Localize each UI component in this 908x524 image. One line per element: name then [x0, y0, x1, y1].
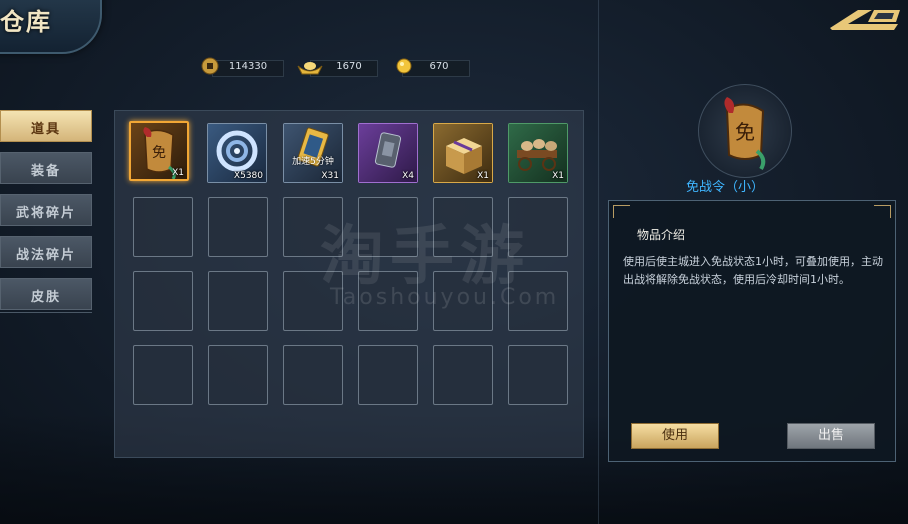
item-preview-frame: 免 — [698, 84, 792, 178]
item-description: 使用后使主城进入免战状态1小时，可叠加使用，主动出战将解除免战状态，使用后冷却时… — [623, 255, 883, 286]
gold-ingot-icon — [296, 58, 324, 80]
inventory-slot-speedup[interactable]: 加速5分钟 X31 — [283, 123, 343, 183]
item-quantity: X5380 — [233, 171, 263, 181]
gold-coin-icon — [394, 56, 414, 80]
watermark-text: 淘手游 — [320, 220, 530, 294]
corner-ornament — [874, 205, 891, 218]
sidebar-divider — [0, 312, 92, 313]
item-quantity: X1 — [477, 171, 489, 181]
inventory-slot-supply-cart[interactable]: X1 — [508, 123, 568, 183]
item-quantity: X1 — [552, 171, 564, 181]
inventory-slot-jade-cloud[interactable]: X5380 — [207, 123, 267, 183]
copper-value: 114330 — [228, 61, 268, 72]
truce-glyph: 免 — [152, 145, 166, 161]
inventory-slot-empty[interactable] — [433, 345, 493, 405]
info-title: 物品介绍 — [637, 228, 686, 242]
item-quantity: X31 — [321, 171, 339, 181]
panel-divider — [598, 0, 599, 524]
tab-equipment[interactable]: 装备 — [0, 152, 92, 184]
back-arrow-icon — [830, 10, 900, 30]
ingot-value: 1670 — [336, 61, 362, 72]
truce-glyph: 免 — [735, 120, 755, 144]
back-button[interactable] — [828, 6, 902, 32]
inventory-slot-truce-scroll[interactable]: 免 X1 — [129, 121, 189, 181]
tab-label: 装备 — [30, 164, 61, 179]
inventory-slot-empty[interactable] — [208, 197, 268, 257]
inventory-slot-empty[interactable] — [208, 345, 268, 405]
tab-items[interactable]: 道具 — [0, 110, 92, 142]
item-quantity: X4 — [402, 171, 414, 181]
inventory-slot-empty[interactable] — [133, 271, 193, 331]
inventory-slot-empty[interactable] — [358, 345, 418, 405]
tab-general-shards[interactable]: 武将碎片 — [0, 194, 92, 226]
corner-ornament — [613, 205, 630, 218]
inventory-slot-empty[interactable] — [208, 271, 268, 331]
tab-label: 皮肤 — [30, 290, 61, 305]
inventory-slot-empty[interactable] — [283, 345, 343, 405]
copper-coin-icon — [200, 56, 220, 80]
item-info-panel: 物品介绍 使用后使主城进入免战状态1小时，可叠加使用，主动出战将解除免战状态，使… — [608, 200, 896, 462]
truce-scroll-icon: 免 — [724, 97, 766, 171]
tab-skins[interactable]: 皮肤 — [0, 278, 92, 310]
tab-label: 战法碎片 — [15, 248, 76, 263]
item-name: 免战令（小） — [685, 180, 764, 195]
tab-tactic-shards[interactable]: 战法碎片 — [0, 236, 92, 268]
inventory-slot-gift-box[interactable]: X1 — [433, 123, 493, 183]
inventory-slot-empty[interactable] — [133, 197, 193, 257]
page-title: 仓库 — [0, 7, 52, 36]
title-plate: 仓库 — [0, 0, 102, 54]
tab-label: 道具 — [30, 122, 61, 137]
tab-label: 武将碎片 — [15, 206, 76, 221]
gold-value: 670 — [429, 61, 449, 72]
speedup-caption: 加速5分钟 — [292, 157, 334, 167]
item-quantity: X1 — [172, 168, 184, 178]
use-button[interactable]: 使用 — [631, 423, 719, 449]
sell-button[interactable]: 出售 — [787, 423, 875, 449]
inventory-slot-empty[interactable] — [508, 345, 568, 405]
watermark-url: Taoshouyou.Com — [330, 285, 560, 310]
inventory-slot-empty[interactable] — [133, 345, 193, 405]
inventory-slot-tablet[interactable]: X4 — [358, 123, 418, 183]
